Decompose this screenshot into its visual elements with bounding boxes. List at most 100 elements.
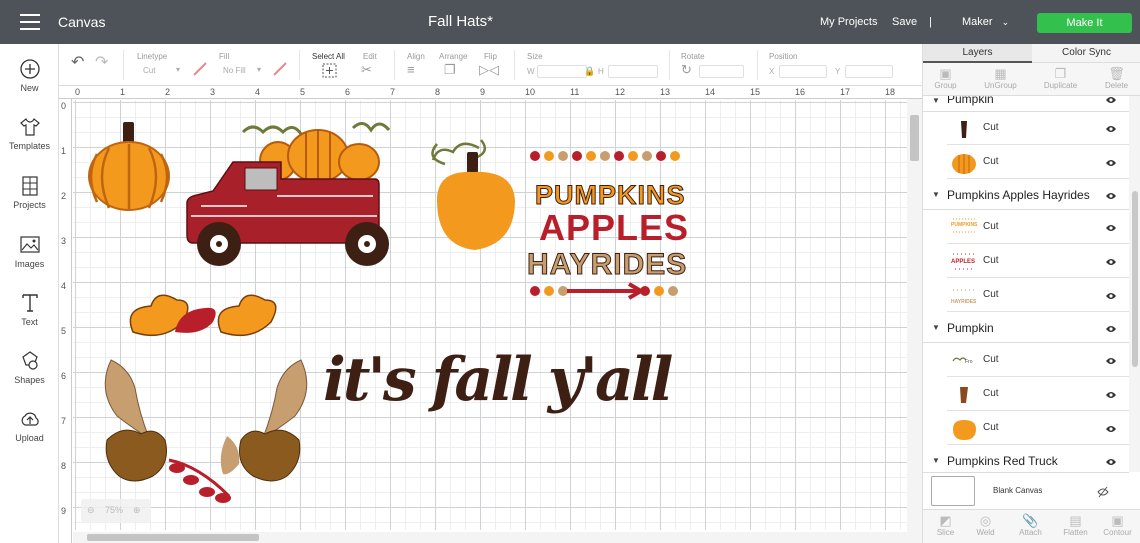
flip-icon[interactable]: ▷◁ — [479, 63, 499, 77]
layer-group-header[interactable]: ▼ Pumpkin — [923, 96, 1129, 112]
my-projects-link[interactable]: My Projects — [820, 16, 877, 28]
eye-icon[interactable] — [1105, 256, 1117, 268]
eye-icon[interactable] — [1105, 290, 1117, 302]
blank-canvas-row[interactable]: Blank Canvas — [923, 472, 1129, 509]
eye-icon[interactable] — [1105, 96, 1117, 106]
ruler-tick-label: 12 — [615, 87, 626, 97]
weld-button[interactable]: ◎ Weld — [963, 513, 1008, 537]
contour-button[interactable]: ▣ Contour — [1095, 513, 1140, 537]
layer-group-header[interactable]: ▼ Pumpkins Apples Hayrides — [923, 180, 1129, 210]
sidebar-text[interactable]: Text — [0, 292, 59, 327]
save-button[interactable]: Save — [892, 16, 917, 28]
layers-scrollbar[interactable] — [1129, 96, 1140, 472]
sidebar-shapes[interactable]: Shapes — [0, 350, 59, 385]
eye-hidden-icon[interactable] — [1097, 486, 1109, 498]
layer-group-header[interactable]: ▼ Pumpkins Red Truck — [923, 446, 1129, 472]
sidebar-upload[interactable]: Upload — [0, 408, 59, 443]
scrollbar-thumb[interactable] — [1132, 191, 1138, 367]
tab-layers[interactable]: Layers — [923, 44, 1032, 63]
caret-down-icon: ▼ — [932, 323, 940, 332]
vertical-scrollbar[interactable] — [907, 99, 922, 543]
eye-icon[interactable] — [1105, 157, 1117, 169]
sidebar-label: Projects — [13, 200, 46, 210]
sign-line-3[interactable]: HAYRIDES — [527, 248, 687, 282]
lock-icon[interactable]: 🔒 — [584, 64, 595, 78]
height-label: H — [598, 67, 604, 76]
sidebar-label: Templates — [8, 141, 51, 151]
machine-select[interactable]: Maker ⌄ — [962, 16, 1009, 28]
undo-icon[interactable]: ↶ — [71, 55, 84, 71]
layer-row[interactable]: Cut — [947, 146, 1129, 179]
fill-color-swatch[interactable] — [273, 62, 287, 76]
scissors-icon[interactable]: ✂ — [361, 63, 372, 77]
delete-button[interactable]: 🗑 Delete — [1094, 66, 1139, 90]
align-icon[interactable]: ≡ — [407, 63, 415, 77]
layer-row[interactable]: Cut — [947, 412, 1129, 445]
menu-icon[interactable] — [20, 14, 40, 30]
layer-row[interactable]: Cut — [947, 378, 1129, 411]
sign-line-2[interactable]: APPLES — [539, 207, 689, 248]
action-label: UnGroup — [984, 81, 1017, 90]
redo-icon[interactable]: ↷ — [95, 55, 108, 71]
eye-icon[interactable] — [1105, 355, 1117, 367]
eye-icon[interactable] — [1105, 456, 1117, 468]
design-canvas[interactable]: 0 1 2 3 4 5 6 7 8 9 10 11 12 13 14 15 16 17 18 0123456789 — [59, 86, 922, 543]
ungroup-button[interactable]: ▦ UnGroup — [978, 66, 1023, 90]
layer-thumbnail: HAYRIDES — [951, 289, 977, 305]
attach-button[interactable]: 📎 Attach — [1008, 513, 1053, 537]
position-label: Position — [769, 52, 798, 61]
blank-canvas-swatch[interactable] — [931, 476, 975, 506]
layer-row[interactable]: PUMPKINS Cut — [947, 211, 1129, 244]
canvas-grid[interactable]: PUMPKINS APPLES HAYRIDES it's fall y'all — [73, 100, 907, 530]
eye-icon[interactable] — [1105, 389, 1117, 401]
sidebar-templates[interactable]: Templates — [0, 116, 59, 151]
fill-select[interactable]: No Fill — [223, 66, 246, 75]
zoom-in-icon[interactable]: ⊕ — [133, 505, 141, 516]
layer-row[interactable]: APPLES Cut — [947, 245, 1129, 278]
scrollbar-thumb[interactable] — [87, 534, 259, 541]
slice-button[interactable]: ◩ Slice — [923, 513, 968, 537]
wordart-text[interactable]: it's fall y'all — [323, 345, 676, 415]
x-input[interactable] — [779, 65, 827, 78]
ruler-tick-label: 3 — [61, 236, 67, 246]
layer-row[interactable]: Fro Cut — [947, 344, 1129, 377]
duplicate-button[interactable]: ❐ Duplicate — [1038, 66, 1083, 90]
ruler-tick-label: 10 — [525, 87, 536, 97]
make-it-button[interactable]: Make It — [1037, 13, 1132, 33]
tab-color-sync[interactable]: Color Sync — [1032, 44, 1140, 63]
eye-icon[interactable] — [1105, 423, 1117, 435]
linetype-select[interactable]: Cut — [143, 66, 155, 75]
pumpkin-graphic[interactable] — [88, 122, 170, 211]
arrange-icon[interactable]: ❐ — [444, 63, 456, 77]
group-button[interactable]: ▣ Group — [923, 66, 968, 90]
trash-icon: 🗑 — [1108, 66, 1125, 81]
shapes-icon — [18, 350, 42, 372]
red-truck-graphic[interactable] — [186, 122, 391, 266]
layer-row[interactable]: Cut — [947, 112, 1129, 145]
select-all-icon[interactable] — [322, 63, 337, 78]
sidebar-projects[interactable]: Projects — [0, 175, 59, 210]
action-label: Delete — [1104, 81, 1129, 90]
eye-icon[interactable] — [1105, 123, 1117, 135]
sign-line-1[interactable]: PUMPKINS — [535, 180, 686, 211]
height-input[interactable] — [608, 65, 658, 78]
sidebar-images[interactable]: Images — [0, 234, 59, 269]
divider — [299, 50, 300, 80]
horizontal-scrollbar[interactable] — [73, 532, 907, 543]
linetype-color-swatch[interactable] — [193, 62, 207, 76]
layer-row[interactable]: HAYRIDES Cut — [947, 279, 1129, 312]
width-input[interactable] — [537, 65, 587, 78]
eye-icon[interactable] — [1105, 222, 1117, 234]
pumpkin-graphic[interactable] — [431, 139, 516, 250]
rotate-input[interactable] — [699, 65, 744, 78]
ruler-tick-label: 8 — [435, 87, 441, 97]
zoom-out-icon[interactable]: ⊖ — [87, 505, 95, 516]
sidebar-new[interactable]: New — [0, 58, 59, 93]
y-input[interactable] — [845, 65, 893, 78]
flatten-button[interactable]: ▤ Flatten — [1053, 513, 1098, 537]
scrollbar-thumb[interactable] — [910, 115, 919, 161]
eye-icon[interactable] — [1105, 323, 1117, 335]
layer-group-header[interactable]: ▼ Pumpkin — [923, 313, 1129, 343]
leaf-wreath-graphic[interactable] — [104, 294, 308, 503]
eye-icon[interactable] — [1105, 190, 1117, 202]
